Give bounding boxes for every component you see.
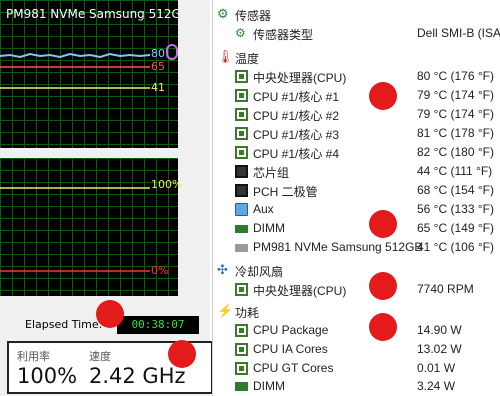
category-label: 传感器 — [235, 9, 272, 23]
row-label: CPU #1/核心 #3 — [253, 128, 340, 142]
category-label: 温度 — [235, 52, 260, 66]
category-temperature[interactable]: 🌡 温度 — [213, 48, 500, 67]
row-value: Dell SMI-B (ISA — [417, 26, 500, 40]
utilization-lines — [0, 187, 150, 272]
row-label: CPU IA Cores — [253, 342, 328, 356]
row-label: CPU Package — [253, 323, 329, 337]
temp-row-core1[interactable]: CPU #1/核心 #1 79 °C (174 °F) — [213, 86, 500, 105]
chipset-icon — [235, 165, 248, 178]
row-value: 0.01 W — [417, 361, 456, 375]
row-value: 82 °C (180 °F) — [417, 145, 494, 159]
tv-icon — [166, 44, 178, 60]
category-label: 冷却风扇 — [235, 265, 284, 279]
pch-chip-icon — [235, 184, 248, 197]
annotation-marker — [369, 82, 397, 110]
temp-row-dimm[interactable]: DIMM 65 °C (149 °F) — [213, 219, 500, 238]
thermometer-icon: 🌡 — [217, 49, 234, 64]
utilization-graph — [0, 158, 178, 296]
fan-icon: ✣ — [217, 262, 228, 277]
power-row-ia-cores[interactable]: CPU IA Cores 13.02 W — [213, 340, 500, 359]
temperature-graph: PM981 NVMe Samsung 512GB — [0, 0, 178, 148]
elapsed-time-label: Elapsed Time: — [25, 318, 103, 331]
speed-label: 速度 — [89, 350, 111, 363]
row-value: 68 °C (154 °F) — [417, 183, 494, 197]
row-value: 79 °C (174 °F) — [417, 88, 494, 102]
row-label: CPU #1/核心 #2 — [253, 109, 340, 123]
sensor-type-icon: ⚙ — [235, 26, 246, 40]
temp-row-chipset[interactable]: 芯片组 44 °C (111 °F) — [213, 162, 500, 181]
row-value: 7740 RPM — [417, 282, 474, 296]
row-label: CPU GT Cores — [253, 361, 334, 375]
row-label: DIMM — [253, 221, 285, 235]
row-label: PM981 NVMe Samsung 512GB — [253, 240, 423, 254]
temp-row-pch[interactable]: PCH 二极管 68 °C (154 °F) — [213, 181, 500, 200]
line-blue — [0, 52, 151, 59]
annotation-marker — [96, 300, 124, 328]
power-row-gt-cores[interactable]: CPU GT Cores 0.01 W — [213, 359, 500, 378]
row-value: 41 °C (106 °F) — [417, 240, 494, 254]
cpu-chip-icon — [235, 324, 248, 337]
cpu-chip-icon — [235, 146, 248, 159]
cpu-chip-icon — [235, 283, 248, 296]
row-label: DIMM — [253, 379, 285, 393]
cpu-chip-icon — [235, 70, 248, 83]
row-value: 13.02 W — [417, 342, 462, 356]
sensor-tree: ⚙ 传感器 ⚙ 传感器类型 Dell SMI-B (ISA 🌡 温度 中央处理器… — [212, 0, 500, 396]
elapsed-time-value: 00:38:07 — [117, 316, 199, 334]
monitor-panel: PM981 NVMe Samsung 512GB 80 65 41 100% 0… — [0, 0, 213, 396]
sensor-icon: ⚙ — [217, 6, 229, 21]
ram-icon — [235, 382, 248, 391]
temp-row-core3[interactable]: CPU #1/核心 #3 81 °C (178 °F) — [213, 124, 500, 143]
row-value: 81 °C (178 °F) — [417, 126, 494, 140]
row-label: 传感器类型 — [253, 28, 314, 42]
annotation-marker — [168, 340, 196, 368]
ram-icon — [235, 225, 248, 233]
power-icon: ⚡ — [217, 303, 234, 318]
temp-row-ssd[interactable]: PM981 NVMe Samsung 512GB 41 °C (106 °F) — [213, 238, 500, 257]
cpu-chip-icon — [235, 127, 248, 140]
row-label: CPU #1/核心 #1 — [253, 90, 340, 104]
row-label: PCH 二极管 — [253, 185, 318, 199]
row-value: 14.90 W — [417, 323, 462, 337]
power-row-dimm[interactable]: DIMM 3.24 W — [213, 377, 500, 396]
temp-row-aux[interactable]: Aux 56 °C (133 °F) — [213, 200, 500, 219]
power-row-package[interactable]: CPU Package 14.90 W — [213, 321, 500, 340]
utilization-label: 利用率 — [17, 350, 50, 363]
temp-row-cpu[interactable]: 中央处理器(CPU) 80 °C (176 °F) — [213, 67, 500, 86]
row-value: 3.24 W — [417, 379, 456, 393]
utilization-value: 100% — [17, 364, 78, 388]
row-value: 65 °C (149 °F) — [417, 221, 494, 235]
temperature-lines — [0, 52, 151, 89]
category-cooling-fans[interactable]: ✣ 冷却风扇 — [213, 261, 500, 280]
row-value: 79 °C (174 °F) — [417, 107, 494, 121]
cpu-chip-icon — [235, 108, 248, 121]
row-label: 芯片组 — [253, 166, 290, 180]
cpu-chip-icon — [235, 362, 248, 375]
cpu-chip-icon — [235, 89, 248, 102]
row-label: 中央处理器(CPU) — [253, 284, 347, 298]
cpu-chip-icon — [235, 343, 248, 356]
category-label: 功耗 — [235, 306, 260, 320]
row-label: 中央处理器(CPU) — [253, 71, 347, 85]
annotation-marker — [369, 313, 397, 341]
row-label: CPU #1/核心 #4 — [253, 147, 340, 161]
row-value: 56 °C (133 °F) — [417, 202, 494, 216]
speed-value: 2.42 GHz — [89, 364, 186, 388]
temp-row-core2[interactable]: CPU #1/核心 #2 79 °C (174 °F) — [213, 105, 500, 124]
row-value: 80 °C (176 °F) — [417, 69, 494, 83]
ssd-icon — [235, 244, 248, 252]
category-power[interactable]: ⚡ 功耗 — [213, 302, 500, 321]
row-label: Aux — [253, 202, 274, 216]
row-value: 44 °C (111 °F) — [417, 164, 493, 178]
annotation-marker — [369, 272, 397, 300]
fan-row-cpu[interactable]: 中央处理器(CPU) 7740 RPM — [213, 280, 500, 299]
sensor-type-row[interactable]: ⚙ 传感器类型 Dell SMI-B (ISA — [213, 24, 500, 43]
temp-row-core4[interactable]: CPU #1/核心 #4 82 °C (180 °F) — [213, 143, 500, 162]
monitor-icon — [235, 203, 248, 216]
annotation-marker — [369, 210, 397, 238]
category-sensors[interactable]: ⚙ 传感器 — [213, 5, 500, 24]
